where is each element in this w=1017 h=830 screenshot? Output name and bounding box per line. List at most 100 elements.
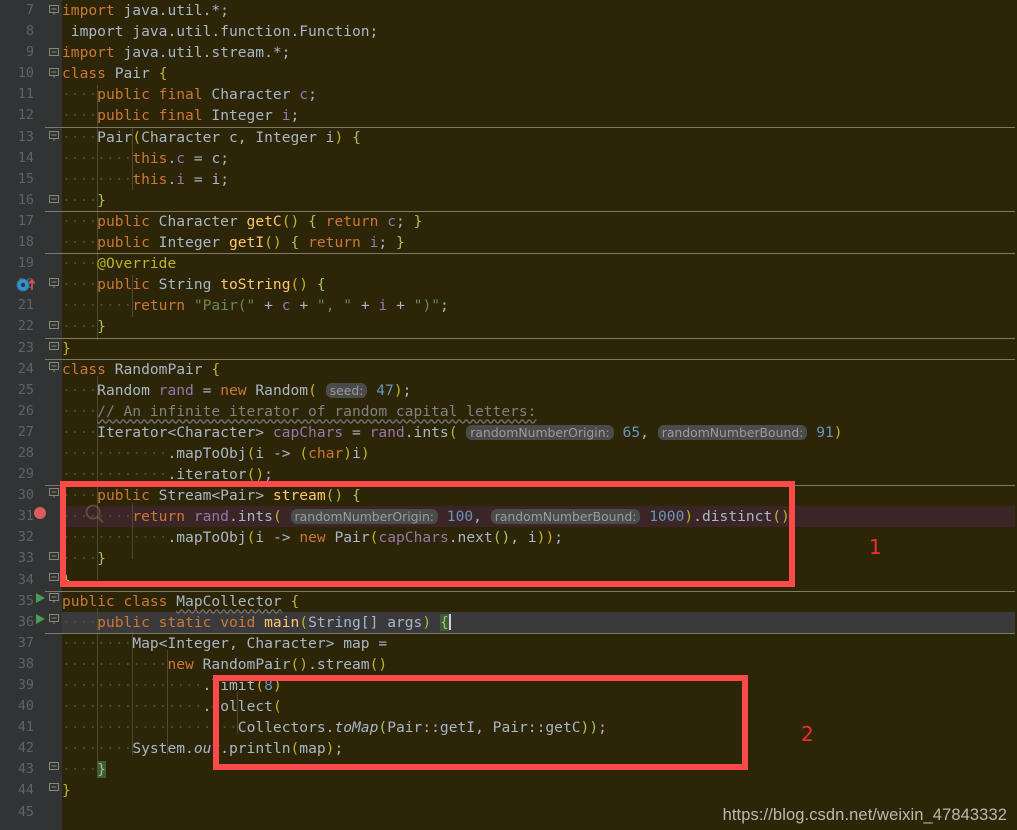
code-line[interactable]: 9 import java.util.stream.*; [0,42,1017,63]
code-line[interactable]: 36 ····public static void main(String[] a… [0,611,1017,633]
fold-marker-line-33[interactable] [45,546,62,567]
line-number[interactable]: 40 [0,696,34,717]
fold-marker-line-22[interactable] [45,315,62,336]
line-content[interactable]: ····················Collectors.toMap(Pai… [62,717,607,738]
code-line[interactable]: 39 ················.limit(8) [0,675,1017,696]
line-content[interactable]: import java.util.stream.*; [62,42,290,63]
line-content[interactable]: ········return rand.ints( randomNumberOr… [62,506,790,527]
code-line[interactable]: 13 ····Pair(Character c, Integer i) { [0,126,1017,148]
line-number[interactable]: 45 [0,802,34,823]
line-number[interactable]: 17 [0,211,34,232]
line-content[interactable]: import java.util.*; [62,0,229,21]
line-number[interactable]: 14 [0,148,34,169]
code-line[interactable]: 35 public class MapCollector { [0,590,1017,612]
line-content[interactable]: ············.iterator(); [62,464,273,485]
line-content[interactable]: class RandomPair { [62,359,220,380]
line-content[interactable]: ········Map<Integer, Character> map = [62,633,387,654]
line-number[interactable]: 10 [0,63,34,84]
line-number[interactable]: 15 [0,169,34,190]
line-number[interactable]: 30 [0,485,34,506]
fold-marker-line-23[interactable] [45,336,62,357]
code-line[interactable]: 37 ········Map<Integer, Character> map = [0,632,1017,654]
code-line[interactable]: 21 ········return "Pair(" + c + ", " + i … [0,295,1017,316]
line-number[interactable]: 28 [0,443,34,464]
fold-marker-line-13[interactable] [45,126,62,147]
code-line[interactable]: 25 ····Random rand = new Random( seed: 47… [0,380,1017,401]
run-method-icon[interactable] [36,609,45,624]
line-number[interactable]: 32 [0,527,34,548]
line-content[interactable]: ················.collect( [62,696,282,717]
code-line[interactable]: 28 ············.mapToObj(i -> (char)i) [0,443,1017,464]
code-line[interactable]: 18 ····public Integer getI() { return i; … [0,232,1017,253]
line-number[interactable]: 23 [0,338,34,359]
line-number[interactable]: 36 [0,612,34,633]
code-line[interactable]: 30 ····public Stream<Pair> stream() { [0,485,1017,506]
line-number[interactable]: 42 [0,738,34,759]
code-line[interactable]: 40 ················.collect( [0,696,1017,717]
line-number[interactable]: 7 [0,0,34,21]
line-number[interactable]: 43 [0,759,34,780]
code-line[interactable]: 11 ····public final Character c; [0,84,1017,105]
line-content[interactable]: ········this.i = i; [62,169,229,190]
fold-marker-line-9[interactable] [45,42,62,63]
code-line[interactable]: 19 ····@Override [0,253,1017,274]
line-content[interactable]: ····Pair(Character c, Integer i) { [62,127,361,148]
line-number[interactable]: 39 [0,675,34,696]
code-line[interactable]: 27 ····Iterator<Character> capChars = ran… [0,422,1017,443]
code-line[interactable]: 43 ····} [0,759,1017,780]
fold-marker-line-43[interactable] [45,756,62,777]
line-number[interactable]: 35 [0,591,34,612]
line-number[interactable]: 37 [0,633,34,654]
code-folding-gutter[interactable] [45,0,62,830]
line-content[interactable]: ····public String toString() { [62,274,326,295]
line-content[interactable]: public class MapCollector { [62,591,299,612]
code-line[interactable]: 14 ········this.c = c; [0,148,1017,169]
code-line[interactable]: 16 ····} [0,190,1017,211]
line-number[interactable]: 13 [0,127,34,148]
line-number[interactable]: 21 [0,295,34,316]
line-number[interactable]: 22 [0,316,34,337]
line-content[interactable]: } [62,338,71,359]
line-content[interactable]: ········return "Pair(" + c + ", " + i + … [62,295,449,316]
line-number[interactable]: 41 [0,717,34,738]
line-content[interactable]: ········this.c = c; [62,148,229,169]
code-line[interactable]: 42 ········System.out.println(map); [0,738,1017,759]
fold-marker-line-24[interactable] [45,357,62,378]
line-content[interactable]: ····} [62,759,106,780]
code-line[interactable]: 38 ············new RandomPair().stream() [0,654,1017,675]
line-content[interactable]: ····Random rand = new Random( seed: 47); [62,380,411,401]
line-content[interactable]: import java.util.function.Function; [62,21,379,42]
line-number[interactable]: 9 [0,42,34,63]
fold-marker-line-44[interactable] [45,777,62,798]
line-content[interactable]: ················.limit(8) [62,675,282,696]
fold-marker-line-7[interactable] [45,0,62,21]
line-number[interactable]: 12 [0,105,34,126]
line-content[interactable]: } [62,780,71,801]
code-editor[interactable]: 7 import java.util.*; 8 import java.util.f… [0,0,1017,830]
line-content[interactable]: ············new RandomPair().stream() [62,654,387,675]
code-line[interactable]: 24 class RandomPair { [0,358,1017,380]
line-content[interactable]: ····@Override [62,253,176,274]
line-content[interactable]: ····public Character getC() { return c; … [62,211,422,232]
line-number[interactable]: 19 [0,253,34,274]
line-number[interactable]: 11 [0,84,34,105]
code-line[interactable]: 22 ····} [0,316,1017,337]
breakpoint-icon[interactable] [34,503,46,519]
line-number[interactable]: 16 [0,190,34,211]
line-number[interactable]: 25 [0,380,34,401]
line-content[interactable]: ····public final Character c; [62,84,317,105]
code-line[interactable]: 12 ····public final Integer i; [0,105,1017,126]
fold-marker-line-36[interactable] [45,609,62,630]
line-number[interactable]: 38 [0,654,34,675]
line-content[interactable]: ············.mapToObj(i -> (char)i) [62,443,370,464]
overridden-method-icon[interactable] [16,277,40,296]
line-content[interactable]: class Pair { [62,63,167,84]
code-line[interactable]: 23} [0,337,1017,359]
code-line[interactable]: 32 ············.mapToObj(i -> new Pair(ca… [0,527,1017,548]
code-line[interactable]: 26 ····// An infinite iterator of random … [0,401,1017,422]
line-content[interactable]: ····} [62,316,106,337]
line-number[interactable]: 24 [0,359,34,380]
code-line[interactable]: 10 class Pair { [0,63,1017,84]
line-content[interactable]: ············.mapToObj(i -> new Pair(capC… [62,527,563,548]
line-content[interactable]: ····public final Integer i; [62,105,299,126]
